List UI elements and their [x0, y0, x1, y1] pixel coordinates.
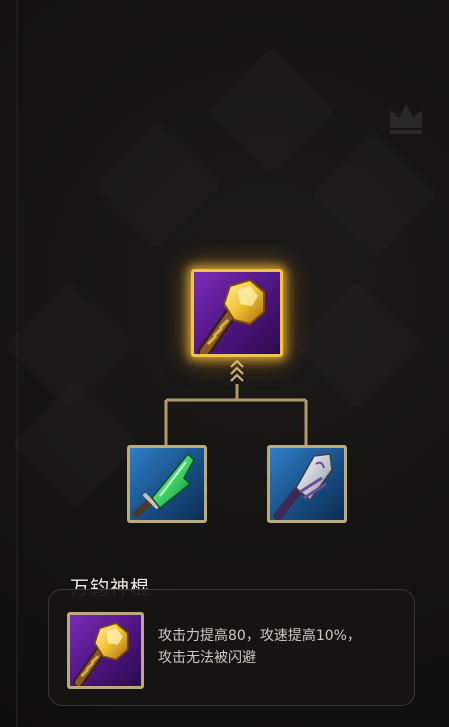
component-item-slot[interactable] — [127, 445, 207, 523]
description-line: 攻击无法被闪避 — [158, 650, 256, 666]
item-description: 攻击力提高80，攻速提高10%， 攻击无法被闪避 — [158, 625, 406, 669]
result-item-slot[interactable] — [191, 269, 283, 357]
silver-club-icon — [273, 453, 333, 520]
item-detail-icon-slot — [67, 612, 144, 689]
green-blade-icon — [132, 452, 195, 518]
golden-club-icon — [197, 278, 265, 354]
crown-icon — [390, 104, 422, 134]
background-pattern — [311, 131, 438, 258]
background-pattern — [11, 381, 138, 508]
item-recipe-screen: 万钧神棍 攻击力提高80，攻速提高10%， 攻击无法被闪避 — [0, 0, 449, 727]
background-pattern — [293, 281, 420, 408]
background-pattern — [207, 47, 334, 174]
component-item-slot[interactable] — [267, 445, 347, 523]
description-line: 攻击力提高80，攻速提高10%， — [158, 628, 361, 644]
background-pattern — [93, 121, 220, 248]
golden-club-icon — [72, 622, 129, 686]
panel-divider — [16, 0, 18, 727]
upgrade-arrows-icon — [230, 359, 244, 382]
